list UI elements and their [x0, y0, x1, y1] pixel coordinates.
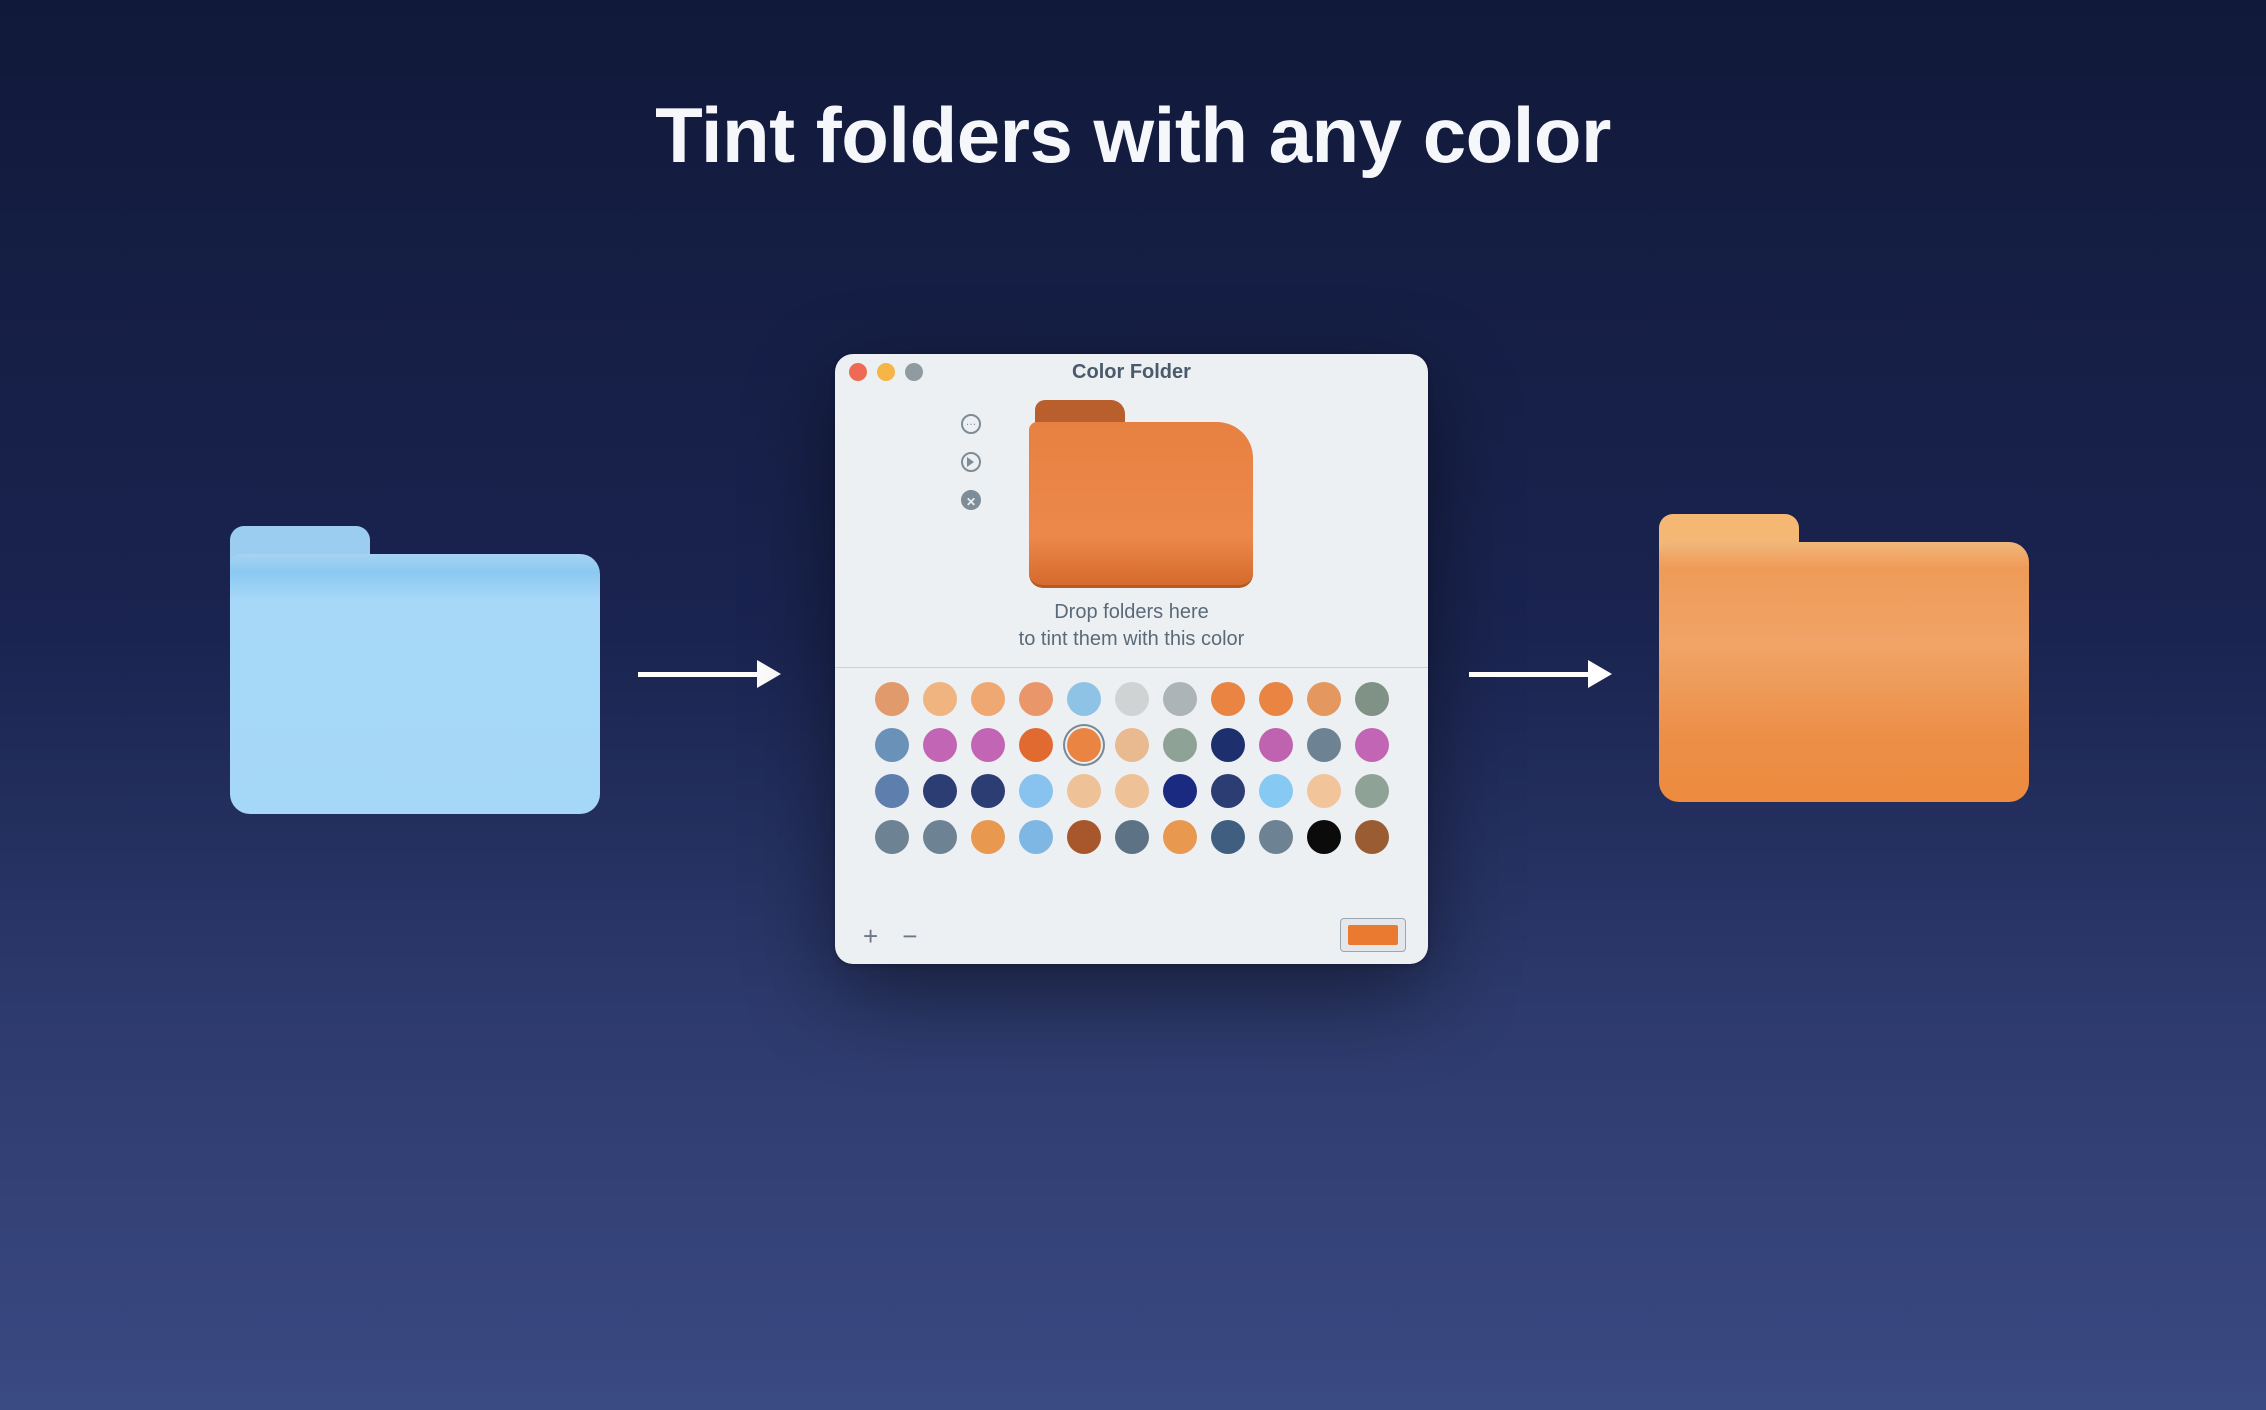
- color-swatch[interactable]: [923, 774, 957, 808]
- color-swatch[interactable]: [875, 728, 909, 762]
- color-swatch[interactable]: [1163, 820, 1197, 854]
- color-swatch[interactable]: [1019, 820, 1053, 854]
- titlebar[interactable]: Color Folder: [835, 354, 1428, 388]
- color-swatch[interactable]: [1115, 682, 1149, 716]
- window-title: Color Folder: [835, 361, 1428, 384]
- color-swatch[interactable]: [1115, 728, 1149, 762]
- color-swatch[interactable]: [1019, 682, 1053, 716]
- preview-folder-icon: [1029, 400, 1253, 588]
- color-swatch[interactable]: [1067, 682, 1101, 716]
- color-swatch[interactable]: [1115, 774, 1149, 808]
- color-swatch[interactable]: [1259, 820, 1293, 854]
- color-swatch[interactable]: [971, 774, 1005, 808]
- color-swatch[interactable]: [1355, 682, 1389, 716]
- color-swatch[interactable]: [923, 820, 957, 854]
- clear-button[interactable]: [961, 490, 981, 510]
- drop-hint: Drop folders here to tint them with this…: [835, 599, 1428, 653]
- arrow-icon: [1469, 660, 1612, 688]
- add-swatch-button[interactable]: +: [863, 923, 878, 949]
- color-swatch[interactable]: [1355, 728, 1389, 762]
- color-swatch[interactable]: [1067, 820, 1101, 854]
- color-swatch[interactable]: [1163, 728, 1197, 762]
- color-swatch[interactable]: [1163, 774, 1197, 808]
- color-swatch[interactable]: [923, 728, 957, 762]
- color-swatch[interactable]: [971, 728, 1005, 762]
- color-swatch[interactable]: [1355, 820, 1389, 854]
- color-swatch[interactable]: [1211, 820, 1245, 854]
- color-swatch[interactable]: [1355, 774, 1389, 808]
- color-swatch[interactable]: [1307, 728, 1341, 762]
- color-swatch[interactable]: [1019, 728, 1053, 762]
- color-swatch[interactable]: [1259, 774, 1293, 808]
- color-swatch[interactable]: [1163, 682, 1197, 716]
- color-swatch[interactable]: [1307, 820, 1341, 854]
- arrow-icon: [638, 660, 781, 688]
- color-swatch[interactable]: [1115, 820, 1149, 854]
- color-swatch[interactable]: [875, 820, 909, 854]
- remove-swatch-button[interactable]: −: [902, 923, 917, 949]
- result-folder-icon: [1659, 514, 2029, 802]
- color-swatch[interactable]: [1067, 728, 1101, 762]
- color-swatch[interactable]: [1211, 774, 1245, 808]
- color-swatch[interactable]: [1259, 728, 1293, 762]
- color-swatch[interactable]: [875, 774, 909, 808]
- color-swatch[interactable]: [1067, 774, 1101, 808]
- headline: Tint folders with any color: [0, 90, 2266, 181]
- color-swatch[interactable]: [1211, 682, 1245, 716]
- color-well[interactable]: [1340, 918, 1406, 952]
- color-swatch[interactable]: [1019, 774, 1053, 808]
- color-folder-window: Color Folder Drop folders here to tint t…: [835, 354, 1428, 964]
- drop-zone[interactable]: Drop folders here to tint them with this…: [835, 388, 1428, 668]
- color-swatch[interactable]: [971, 820, 1005, 854]
- color-swatch[interactable]: [1307, 774, 1341, 808]
- source-folder-icon: [230, 526, 600, 814]
- color-swatch[interactable]: [1211, 728, 1245, 762]
- export-button[interactable]: [961, 452, 981, 472]
- more-options-button[interactable]: [961, 414, 981, 434]
- color-swatch[interactable]: [1307, 682, 1341, 716]
- color-swatch[interactable]: [923, 682, 957, 716]
- swatch-palette: [835, 668, 1428, 908]
- color-swatch[interactable]: [1259, 682, 1293, 716]
- color-swatch[interactable]: [971, 682, 1005, 716]
- color-swatch[interactable]: [875, 682, 909, 716]
